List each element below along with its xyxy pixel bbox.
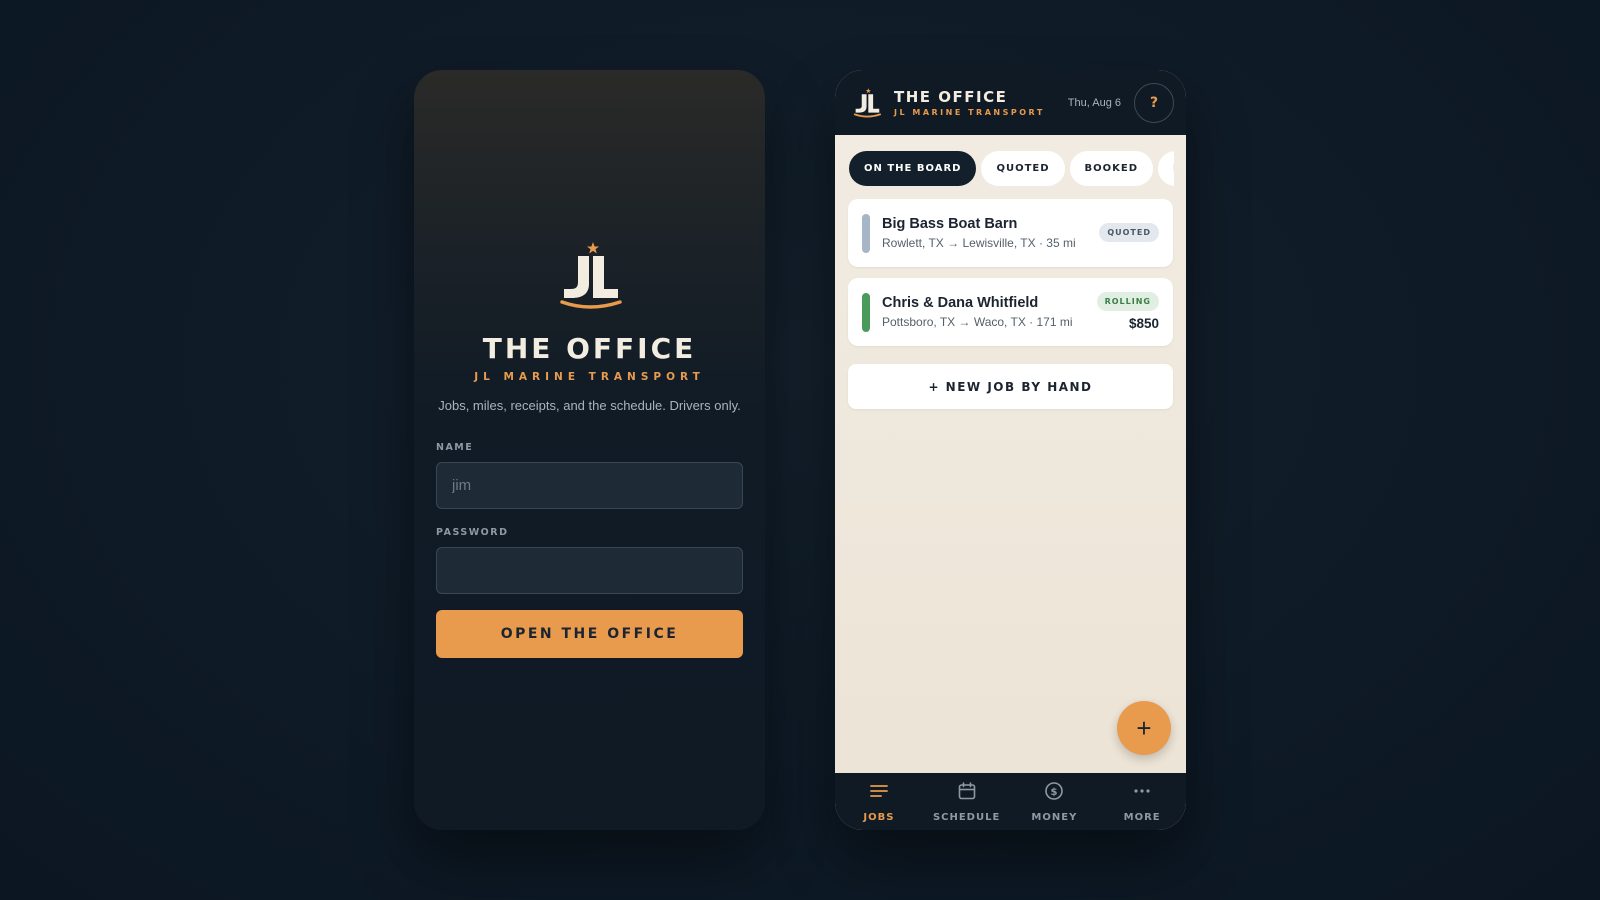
login-subtitle: JL MARINE TRANSPORT (474, 371, 705, 383)
job-customer-name: Chris & Dana Whitfield (882, 295, 1039, 311)
job-route: Rowlett, TX → Lewisville, TX · 35 mi (882, 236, 1076, 250)
add-job-fab-button[interactable]: + (1117, 701, 1171, 755)
password-input[interactable] (436, 547, 743, 594)
svg-text:$: $ (1051, 787, 1058, 798)
nav-item-schedule[interactable]: SCHEDULE (923, 773, 1011, 830)
dollar-circle-icon: $ (1045, 782, 1064, 800)
password-label: PASSWORD (436, 527, 509, 538)
nav-item-more[interactable]: MORE (1098, 773, 1186, 830)
status-badge: QUOTED (1099, 223, 1159, 242)
bottom-nav: JOBS SCHEDULE $ MONEY MORE (835, 773, 1186, 830)
open-the-office-button[interactable]: OPEN THE OFFICE (436, 610, 743, 658)
job-price: $850 (1128, 316, 1159, 331)
filter-chip-rolling[interactable]: ROLLING (1158, 151, 1174, 186)
more-dots-icon (1134, 789, 1150, 793)
login-title: THE OFFICE (482, 332, 697, 365)
new-job-by-hand-button[interactable]: + NEW JOB BY HAND (848, 364, 1173, 409)
jobs-screen: THE OFFICE JL MARINE TRANSPORT Thu, Aug … (835, 70, 1186, 830)
nav-item-jobs[interactable]: JOBS (835, 773, 923, 830)
login-tagline: Jobs, miles, receipts, and the schedule.… (438, 398, 741, 413)
nav-label: SCHEDULE (932, 812, 1001, 823)
filter-chip-booked[interactable]: BOOKED (1069, 151, 1154, 186)
job-route: Pottsboro, TX → Waco, TX · 171 mi (882, 315, 1073, 329)
nav-label: JOBS (863, 812, 895, 823)
nav-item-money[interactable]: $ MONEY (1011, 773, 1099, 830)
header-title: THE OFFICE (894, 88, 1008, 106)
header-subtitle: JL MARINE TRANSPORT (894, 108, 1045, 117)
status-color-bar (862, 214, 870, 253)
status-color-bar (862, 293, 870, 332)
calendar-icon (958, 782, 975, 800)
header-date: Thu, Aug 6 (1067, 97, 1121, 109)
help-button[interactable]: ? (1134, 83, 1174, 123)
job-card[interactable]: Chris & Dana Whitfield Pottsboro, TX → W… (848, 278, 1173, 346)
job-customer-name: Big Bass Boat Barn (882, 216, 1018, 232)
status-badge: ROLLING (1096, 292, 1159, 311)
filter-chip-on-the-board[interactable]: ON THE BOARD (849, 151, 977, 186)
name-input[interactable] (436, 462, 743, 509)
jl-star-logo-icon (853, 88, 881, 118)
nav-label: MONEY (1031, 812, 1078, 823)
filter-chips: ON THE BOARDQUOTEDBOOKEDROLLING (849, 151, 1174, 187)
jobs-list-area: ON THE BOARDQUOTEDBOOKEDROLLING Big Bass… (835, 135, 1186, 773)
filter-chip-quoted[interactable]: QUOTED (981, 151, 1065, 186)
nav-label: MORE (1123, 812, 1161, 823)
app-header: THE OFFICE JL MARINE TRANSPORT Thu, Aug … (835, 70, 1186, 135)
list-icon (869, 785, 888, 797)
job-card[interactable]: Big Bass Boat Barn Rowlett, TX → Lewisvi… (848, 199, 1173, 267)
name-label: NAME (436, 442, 474, 453)
jl-star-logo-icon (560, 242, 622, 309)
login-screen: THE OFFICE JL MARINE TRANSPORT Jobs, mil… (414, 70, 765, 830)
